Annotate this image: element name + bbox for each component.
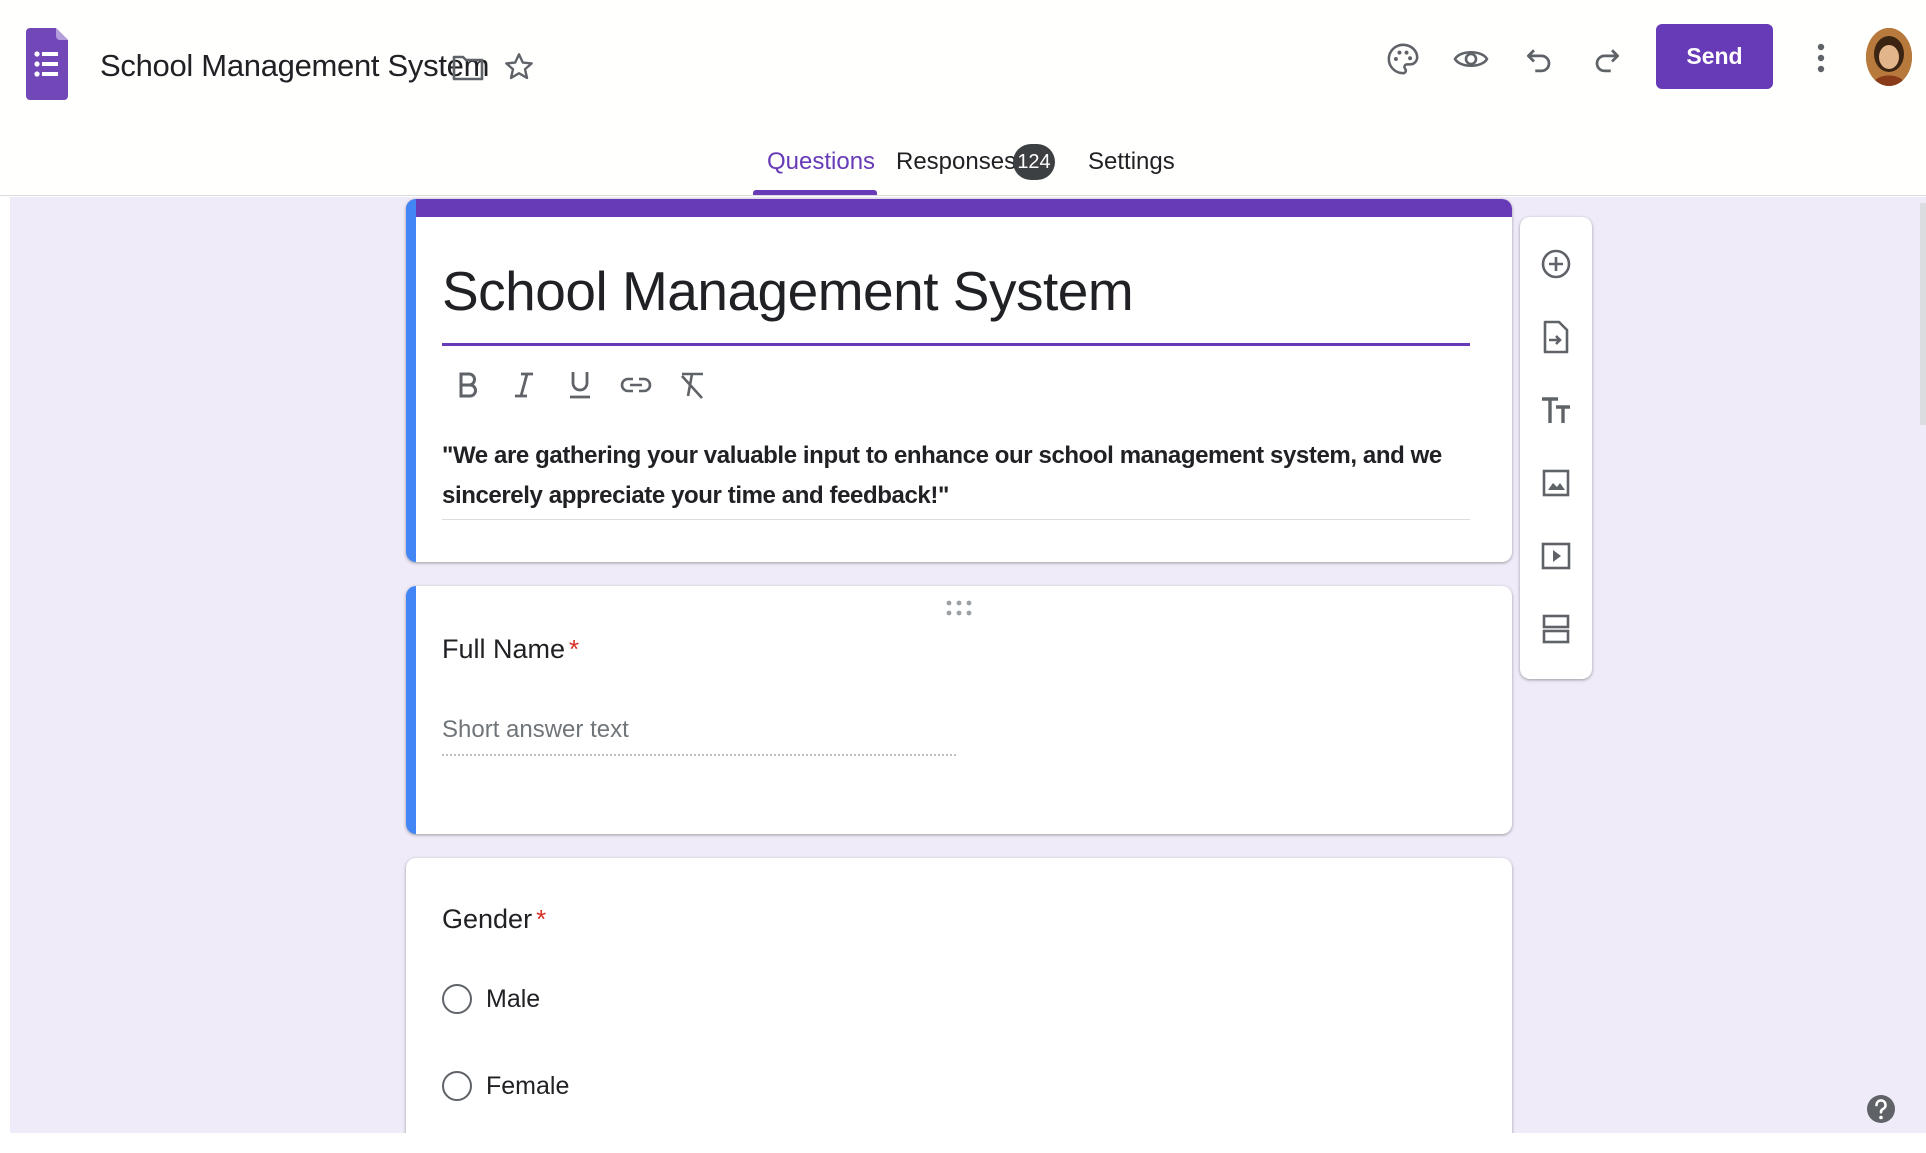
underline-icon[interactable] (560, 365, 600, 405)
help-icon[interactable] (1866, 1090, 1896, 1128)
description-underline (442, 519, 1470, 520)
side-toolbar (1520, 217, 1592, 679)
send-button[interactable]: Send (1656, 24, 1773, 89)
bottom-strip (0, 1133, 1926, 1153)
question-title: Full Name (442, 634, 566, 664)
short-answer-underline (442, 754, 956, 756)
selected-card-indicator (406, 199, 416, 562)
form-description[interactable]: "We are gathering your valuable input to… (442, 436, 1472, 516)
radio-button[interactable] (442, 1071, 472, 1101)
responses-count-badge: 124 (1013, 144, 1055, 180)
avatar[interactable] (1866, 28, 1912, 86)
document-title[interactable]: School Management System (100, 48, 489, 84)
folder-icon[interactable] (450, 50, 486, 86)
tab-settings[interactable]: Settings (1088, 148, 1175, 176)
bold-icon[interactable] (448, 365, 488, 405)
forms-logo-icon[interactable] (26, 28, 68, 100)
redo-icon[interactable] (1586, 38, 1628, 80)
theme-color-bar (406, 199, 1512, 217)
question-label: Gender * (442, 904, 546, 935)
radio-option-male[interactable]: Male (442, 984, 540, 1014)
tab-questions[interactable]: Questions (767, 148, 875, 176)
add-title-icon[interactable] (1536, 390, 1576, 430)
radio-label: Male (486, 984, 541, 1013)
tab-bar: Questions Responses 124 Settings (0, 140, 1926, 196)
app-header: School Management System Send Questions … (0, 0, 1926, 196)
add-image-icon[interactable] (1536, 463, 1576, 503)
question-label: Full Name * (442, 634, 579, 665)
add-question-icon[interactable] (1536, 244, 1576, 284)
undo-icon[interactable] (1518, 38, 1560, 80)
required-indicator: * (569, 634, 580, 664)
palette-icon[interactable] (1382, 38, 1424, 80)
active-tab-indicator (753, 190, 877, 195)
drag-handle-icon[interactable] (944, 598, 974, 618)
import-questions-icon[interactable] (1536, 317, 1576, 357)
title-underline (442, 343, 1470, 346)
preview-eye-icon[interactable] (1450, 38, 1492, 80)
more-vert-icon[interactable] (1800, 36, 1842, 80)
radio-label: Female (486, 1071, 570, 1100)
form-editor-canvas: School Management System "We are gatheri… (10, 197, 1926, 1133)
add-video-icon[interactable] (1536, 536, 1576, 576)
selected-card-indicator (406, 586, 416, 834)
required-indicator: * (536, 904, 547, 934)
scrollbar-thumb[interactable] (1920, 203, 1926, 425)
question-card-full-name[interactable]: Full Name * Short answer text (406, 586, 1512, 834)
link-icon[interactable] (616, 365, 656, 405)
star-icon[interactable] (500, 48, 538, 86)
form-title-card[interactable]: School Management System "We are gatheri… (406, 199, 1512, 562)
tab-responses[interactable]: Responses (896, 148, 1016, 176)
question-card-gender[interactable]: Gender * Male Female (406, 858, 1512, 1133)
form-title[interactable]: School Management System (442, 259, 1134, 323)
add-section-icon[interactable] (1536, 609, 1576, 649)
short-answer-placeholder: Short answer text (442, 716, 629, 743)
question-title: Gender (442, 904, 533, 934)
italic-icon[interactable] (504, 365, 544, 405)
radio-button[interactable] (442, 984, 472, 1014)
radio-option-female[interactable]: Female (442, 1071, 569, 1101)
clear-format-icon[interactable] (672, 365, 712, 405)
